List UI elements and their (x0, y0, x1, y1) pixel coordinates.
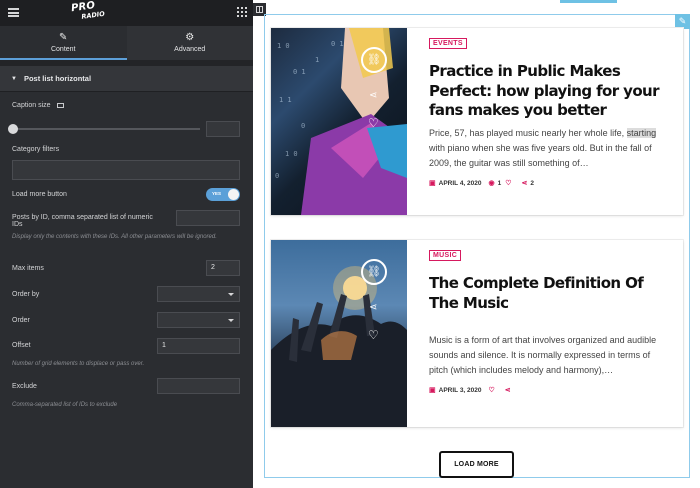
tab-content[interactable]: ✎ Content (0, 26, 127, 60)
order-by-select[interactable] (157, 286, 240, 302)
offset-note: Number of grid elements to displace or p… (12, 361, 145, 367)
excerpt-text: with piano when she was five years old. … (429, 143, 652, 168)
posts-by-id-label: Posts by ID, comma separated list of num… (12, 214, 153, 228)
editor-tabs: ✎ Content ⚙ Advanced (0, 26, 253, 60)
svg-text:0: 0 (301, 122, 305, 130)
menu-icon[interactable] (8, 8, 19, 17)
category-badge[interactable]: EVENTS (429, 38, 467, 49)
svg-text:0: 0 (275, 172, 279, 180)
category-filters-input[interactable] (12, 160, 240, 180)
svg-text:0 1: 0 1 (331, 40, 344, 48)
exclude-note: Comma-separated list of IDs to exclude (12, 402, 118, 408)
share-icon[interactable]: ⋖ (369, 90, 377, 101)
tab-advanced[interactable]: ⚙ Advanced (127, 26, 254, 60)
svg-text:1 0: 1 0 (277, 42, 290, 50)
chevron-down-icon (228, 293, 234, 296)
edit-widget-icon[interactable]: ✎ (675, 14, 690, 29)
post-card: ⛓ ⋖ ♡ MUSIC The Complete Definition Of T… (271, 240, 683, 427)
link-icon[interactable]: ⛓ (361, 259, 387, 285)
post-date: APRIL 4, 2020 (438, 179, 482, 187)
order-select[interactable] (157, 312, 240, 328)
post-thumbnail[interactable]: 1 00 11 1 01 01 0 101 ⛓ ⋖ ♡ (271, 28, 407, 215)
editor-topbar: PRO RADIO (0, 0, 253, 26)
widgets-grid-icon[interactable] (237, 7, 247, 17)
post-meta: ▣ APRIL 4, 2020 ◉ 1 ♡ ⋖ 2 (429, 179, 535, 188)
order-by-label: Order by (12, 291, 40, 298)
order-label: Order (12, 317, 30, 324)
section-handle[interactable] (560, 0, 617, 3)
pencil-icon: ✎ (59, 32, 68, 43)
heart-icon[interactable]: ♡ (368, 116, 379, 130)
excerpt-text: Price, 57, has played music nearly her w… (429, 128, 627, 138)
offset-input[interactable]: 1 (157, 338, 240, 354)
toggle-knob (228, 189, 239, 200)
share-icon[interactable]: ⋖ (505, 386, 511, 394)
caption-size-text: Caption size (12, 102, 51, 109)
eye-icon: ◉ (488, 180, 495, 187)
share-icon[interactable]: ⋖ (369, 302, 377, 313)
section-title: Post list horizontal (23, 74, 92, 83)
caption-size-label: Caption size (12, 102, 64, 109)
load-more-label: Load more button (12, 191, 67, 198)
tab-content-label: Content (50, 46, 76, 53)
logo-line2: RADIO (80, 9, 106, 21)
max-items-input[interactable]: 2 (206, 260, 240, 276)
view-count: 1 (497, 179, 502, 187)
load-more-button[interactable]: LOAD MORE (439, 451, 514, 478)
svg-text:1 1: 1 1 (279, 96, 292, 104)
offset-label: Offset (12, 342, 31, 349)
svg-text:0 1: 0 1 (293, 68, 306, 76)
heart-icon[interactable]: ♡ (489, 386, 495, 394)
svg-text:1: 1 (315, 56, 319, 64)
svg-text:1 0: 1 0 (285, 150, 298, 158)
category-filters-label: Category filters (12, 146, 60, 153)
monitor-icon[interactable] (56, 103, 64, 108)
category-badge[interactable]: MUSIC (429, 250, 462, 261)
excerpt-highlight: starting (626, 128, 657, 138)
calendar-icon: ▣ (429, 387, 436, 394)
post-meta: ▣ APRIL 3, 2020 ♡ ⋖ (429, 386, 514, 395)
post-date: APRIL 3, 2020 (438, 386, 482, 394)
gear-icon: ⚙ (185, 32, 195, 43)
max-items-label: Max items (12, 265, 44, 272)
share-icon[interactable]: ⋖ (522, 179, 528, 187)
caption-size-slider-track[interactable] (13, 128, 200, 130)
post-card: 1 0 0 1 1 1 0 1 0 1 0 1 0 1 ⛓ ⋖ ♡ EVENTS Pract… (271, 28, 683, 215)
chevron-down-icon (228, 319, 234, 322)
posts-by-id-note: Display only the contents with these IDs… (12, 234, 217, 240)
calendar-icon: ▣ (429, 180, 436, 187)
preview-area: ✎ 1 0 0 1 1 1 0 1 0 1 0 1 0 1 ⛓ ⋖ ♡ EVENTS Pra… (253, 0, 700, 488)
post-title[interactable]: The Complete Definition Of The Music (429, 274, 665, 313)
exclude-input[interactable] (157, 378, 240, 394)
logo: PRO RADIO (70, 0, 106, 26)
caption-size-input[interactable] (206, 121, 240, 137)
caret-down-icon: ▼ (11, 75, 17, 82)
post-excerpt: Music is a form of art that involves org… (429, 335, 657, 375)
load-more-toggle[interactable]: YES (206, 188, 240, 201)
link-icon[interactable]: ⛓ (361, 47, 387, 73)
section-header[interactable]: ▼ Post list horizontal (0, 66, 253, 92)
share-count: 2 (530, 179, 535, 187)
heart-icon[interactable]: ♡ (368, 328, 379, 342)
editor-panel: PRO RADIO ✎ Content ⚙ Advanced ▼ Post li… (0, 0, 253, 488)
caption-size-slider-handle[interactable] (8, 124, 18, 134)
post-title[interactable]: Practice in Public Makes Perfect: how pl… (429, 62, 665, 121)
post-thumbnail[interactable]: ⛓ ⋖ ♡ (271, 240, 407, 427)
exclude-label: Exclude (12, 383, 37, 390)
toggle-text: YES (212, 191, 222, 196)
posts-by-id-input[interactable] (176, 210, 240, 226)
post-excerpt: Price, 57, has played music nearly her w… (429, 126, 665, 171)
tab-advanced-label: Advanced (174, 46, 206, 53)
heart-icon[interactable]: ♡ (505, 179, 511, 187)
